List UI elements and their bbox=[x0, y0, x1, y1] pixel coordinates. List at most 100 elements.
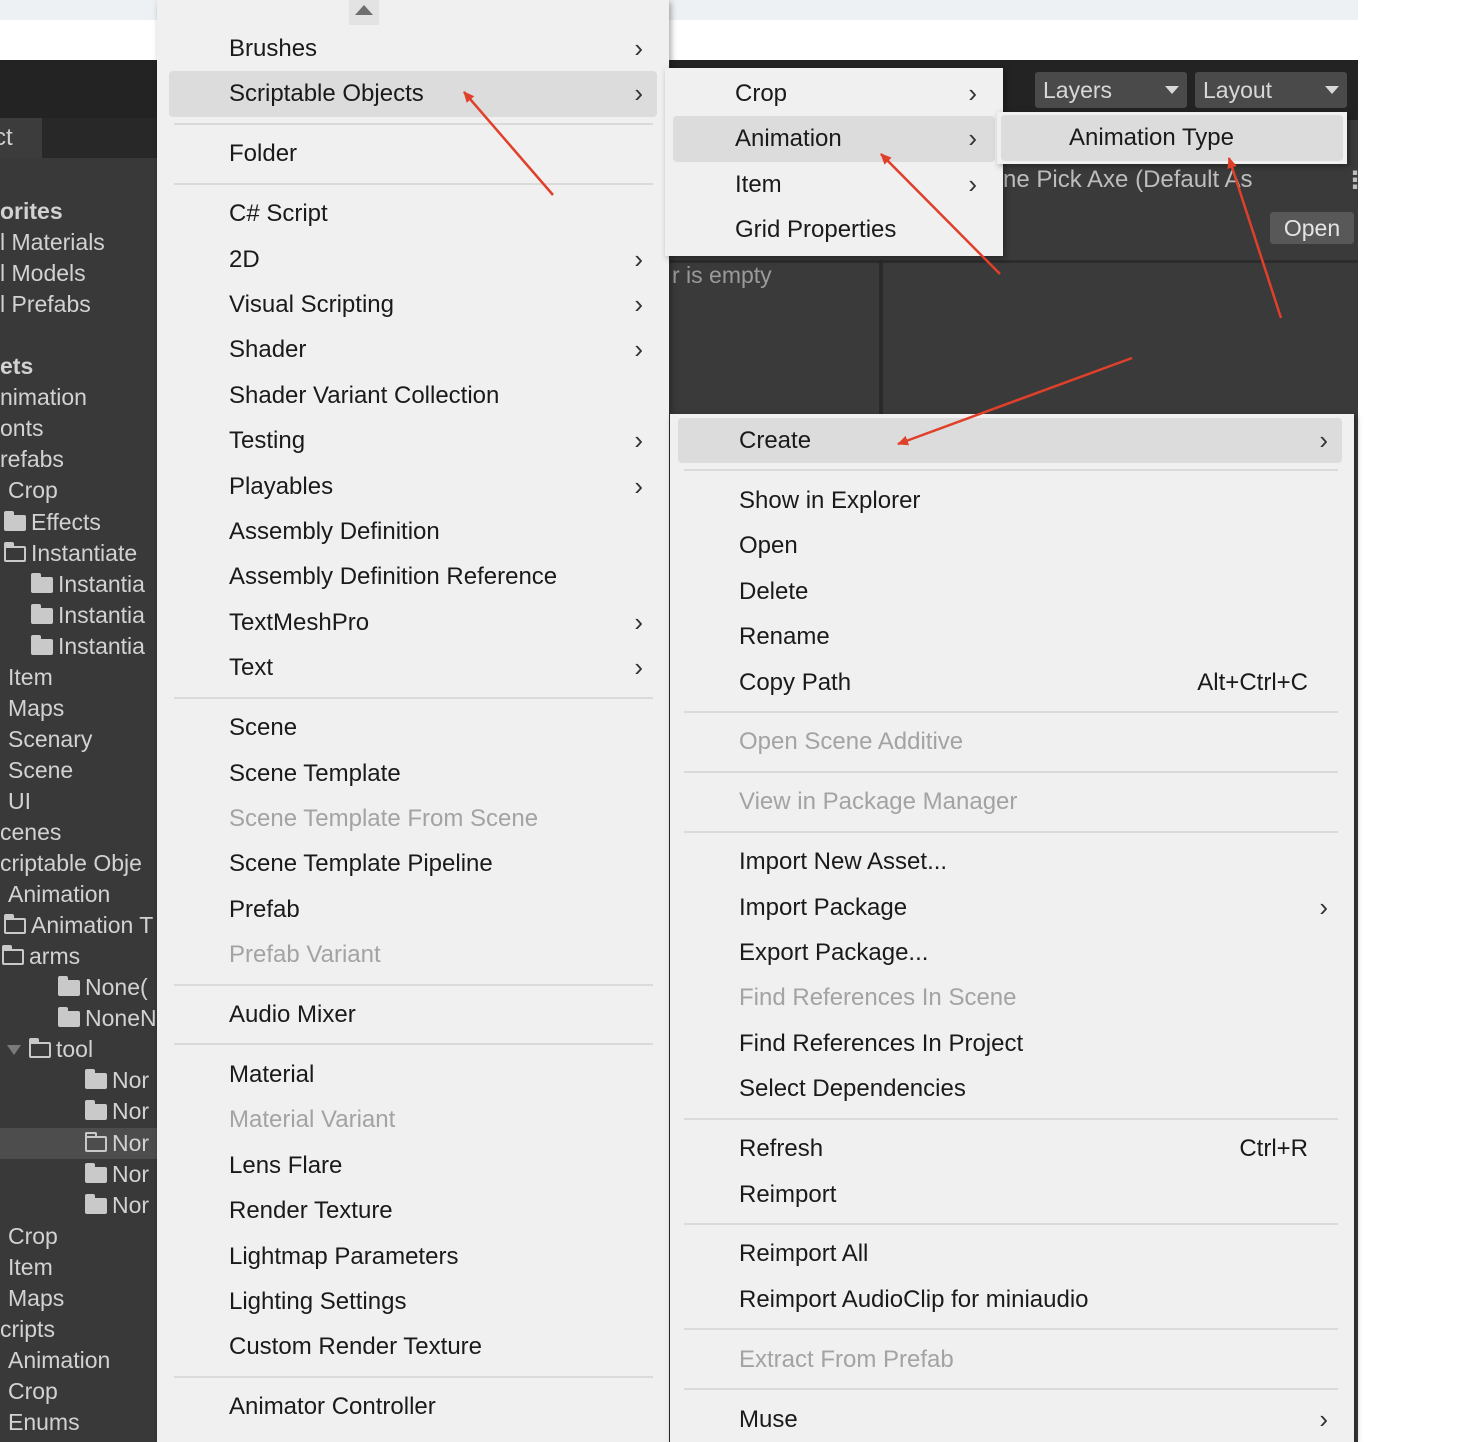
tree-row-crop[interactable]: Crop bbox=[8, 1376, 58, 1407]
tree-row-label: Effects bbox=[31, 508, 101, 535]
menu-item-visual-scripting[interactable]: Visual Scripting › bbox=[157, 282, 669, 327]
tree-row-scene[interactable]: Scene bbox=[8, 755, 73, 786]
tree-row-nor[interactable]: Nor bbox=[85, 1096, 149, 1127]
tree-row-l-materials[interactable]: l Materials bbox=[0, 227, 105, 258]
menu-item-lens-flare[interactable]: Lens Flare bbox=[157, 1143, 669, 1188]
menu-item-reimport-all[interactable]: Reimport All bbox=[670, 1231, 1354, 1276]
menu-item-lighting-settings[interactable]: Lighting Settings bbox=[157, 1279, 669, 1324]
tree-row-onts[interactable]: onts bbox=[0, 413, 43, 444]
tree-row-effects[interactable]: Effects bbox=[4, 507, 101, 538]
tree-row-nonen[interactable]: NoneN bbox=[58, 1003, 157, 1034]
menu-item-scene[interactable]: Scene bbox=[157, 705, 669, 750]
tree-row-label: refabs bbox=[0, 446, 64, 473]
menu-item-animation-type[interactable]: Animation Type bbox=[1001, 115, 1343, 161]
menu-item-animation[interactable]: Animation › bbox=[673, 116, 995, 162]
menu-item-import-new-asset[interactable]: Import New Asset... bbox=[670, 839, 1354, 884]
tree-row-item[interactable]: Item bbox=[8, 662, 53, 693]
menu-item-select-dependencies[interactable]: Select Dependencies bbox=[670, 1066, 1354, 1111]
menu-item-brushes[interactable]: Brushes › bbox=[157, 26, 669, 71]
tree-row-nor[interactable]: Nor bbox=[85, 1159, 149, 1190]
tree-row-instantia[interactable]: Instantia bbox=[31, 569, 145, 600]
tree-row-nimation[interactable]: nimation bbox=[0, 382, 87, 413]
menu-item-reimport-audioclip-for-miniaudio[interactable]: Reimport AudioClip for miniaudio bbox=[670, 1277, 1354, 1322]
menu-item-assembly-definition-reference[interactable]: Assembly Definition Reference bbox=[157, 554, 669, 599]
menu-item-create[interactable]: Create › bbox=[678, 418, 1342, 464]
menu-item-copy-path[interactable]: Copy Path Alt+Ctrl+C bbox=[670, 660, 1354, 705]
tree-row-criptable-obje[interactable]: criptable Obje bbox=[0, 848, 142, 879]
folder-icon bbox=[85, 1193, 107, 1214]
tree-row-nor[interactable]: Nor bbox=[85, 1065, 149, 1096]
tree-row-ets[interactable]: ets bbox=[0, 351, 33, 382]
foldout-triangle-icon[interactable] bbox=[7, 1045, 21, 1056]
menu-item-animation[interactable]: Animation bbox=[157, 1430, 669, 1442]
inspector-split-handle[interactable] bbox=[879, 260, 883, 414]
menu-item-text[interactable]: Text › bbox=[157, 645, 669, 690]
tree-row-instantiate[interactable]: Instantiate bbox=[4, 538, 137, 569]
menu-item-playables[interactable]: Playables › bbox=[157, 464, 669, 509]
tree-row-ui[interactable]: UI bbox=[8, 786, 31, 817]
scroll-up-arrow-icon[interactable] bbox=[349, 0, 379, 25]
menu-item-material[interactable]: Material bbox=[157, 1052, 669, 1097]
menu-item-refresh[interactable]: Refresh Ctrl+R bbox=[670, 1126, 1354, 1171]
tree-row-arms[interactable]: arms bbox=[0, 941, 80, 972]
tree-row-animation-t[interactable]: Animation T bbox=[4, 910, 153, 941]
layers-dropdown[interactable]: Layers bbox=[1035, 72, 1187, 108]
menu-item-prefab[interactable]: Prefab bbox=[157, 887, 669, 932]
menu-item-custom-render-texture[interactable]: Custom Render Texture bbox=[157, 1324, 669, 1369]
tree-row-enums[interactable]: Enums bbox=[8, 1407, 80, 1438]
menu-item-scene-template-pipeline[interactable]: Scene Template Pipeline bbox=[157, 841, 669, 886]
menu-item-label: Scene Template bbox=[229, 759, 401, 787]
menu-item-delete[interactable]: Delete bbox=[670, 569, 1354, 614]
menu-item-export-package[interactable]: Export Package... bbox=[670, 930, 1354, 975]
menu-item-assembly-definition[interactable]: Assembly Definition bbox=[157, 509, 669, 554]
project-tab[interactable]: ct bbox=[0, 118, 43, 158]
menu-item-scene-template[interactable]: Scene Template bbox=[157, 751, 669, 796]
menu-item-import-package[interactable]: Import Package › bbox=[670, 885, 1354, 930]
menu-item-find-references-in-project[interactable]: Find References In Project bbox=[670, 1021, 1354, 1066]
menu-item-item[interactable]: Item › bbox=[665, 162, 1003, 207]
tree-row-maps[interactable]: Maps bbox=[8, 693, 64, 724]
tree-row-nor[interactable]: Nor bbox=[0, 1127, 157, 1159]
menu-item-open[interactable]: Open bbox=[670, 523, 1354, 568]
menu-item-audio-mixer[interactable]: Audio Mixer bbox=[157, 992, 669, 1037]
menu-item-shader[interactable]: Shader › bbox=[157, 327, 669, 372]
tree-row-nor[interactable]: Nor bbox=[85, 1190, 149, 1221]
menu-item-animator-controller[interactable]: Animator Controller bbox=[157, 1384, 669, 1429]
tree-row-orites[interactable]: orites bbox=[0, 196, 63, 227]
tree-row-tool[interactable]: tool bbox=[7, 1034, 93, 1065]
menu-item-folder[interactable]: Folder bbox=[157, 131, 669, 176]
menu-item-lightmap-parameters[interactable]: Lightmap Parameters bbox=[157, 1234, 669, 1279]
project-tab-label: ct bbox=[0, 124, 13, 151]
tree-row-instantia[interactable]: Instantia bbox=[31, 600, 145, 631]
kebab-menu-icon[interactable]: ⋮ bbox=[1343, 166, 1367, 195]
tree-row-animation[interactable]: Animation bbox=[8, 1345, 110, 1376]
menu-item-testing[interactable]: Testing › bbox=[157, 418, 669, 463]
tree-row-cenes[interactable]: cenes bbox=[0, 817, 61, 848]
menu-item-rename[interactable]: Rename bbox=[670, 614, 1354, 659]
tree-row-scenary[interactable]: Scenary bbox=[8, 724, 92, 755]
menu-item-scriptable-objects[interactable]: Scriptable Objects › bbox=[169, 71, 657, 117]
menu-item-reimport[interactable]: Reimport bbox=[670, 1172, 1354, 1217]
tree-row-item[interactable]: Item bbox=[8, 1252, 53, 1283]
menu-item-textmeshpro[interactable]: TextMeshPro › bbox=[157, 600, 669, 645]
tree-row-crop[interactable]: Crop bbox=[8, 475, 58, 506]
tree-row-crop[interactable]: Crop bbox=[8, 1221, 58, 1252]
tree-row-refabs[interactable]: refabs bbox=[0, 444, 64, 475]
tree-row-l-prefabs[interactable]: l Prefabs bbox=[0, 289, 91, 320]
open-button[interactable]: Open bbox=[1270, 212, 1354, 244]
menu-item-shader-variant-collection[interactable]: Shader Variant Collection bbox=[157, 373, 669, 418]
menu-item-render-texture[interactable]: Render Texture bbox=[157, 1188, 669, 1233]
menu-item-muse[interactable]: Muse › bbox=[670, 1397, 1354, 1442]
tree-row-maps[interactable]: Maps bbox=[8, 1283, 64, 1314]
menu-item-crop[interactable]: Crop › bbox=[665, 71, 1003, 116]
tree-row-l-models[interactable]: l Models bbox=[0, 258, 86, 289]
menu-item-show-in-explorer[interactable]: Show in Explorer bbox=[670, 478, 1354, 523]
menu-item-c-script[interactable]: C# Script bbox=[157, 191, 669, 236]
tree-row-animation[interactable]: Animation bbox=[8, 879, 110, 910]
tree-row-instantia[interactable]: Instantia bbox=[31, 631, 145, 662]
menu-item-2d[interactable]: 2D › bbox=[157, 237, 669, 282]
tree-row-none[interactable]: None( bbox=[58, 972, 148, 1003]
tree-row-cripts[interactable]: cripts bbox=[0, 1314, 55, 1345]
layout-dropdown[interactable]: Layout bbox=[1195, 72, 1347, 108]
menu-item-grid-properties[interactable]: Grid Properties bbox=[665, 207, 1003, 252]
